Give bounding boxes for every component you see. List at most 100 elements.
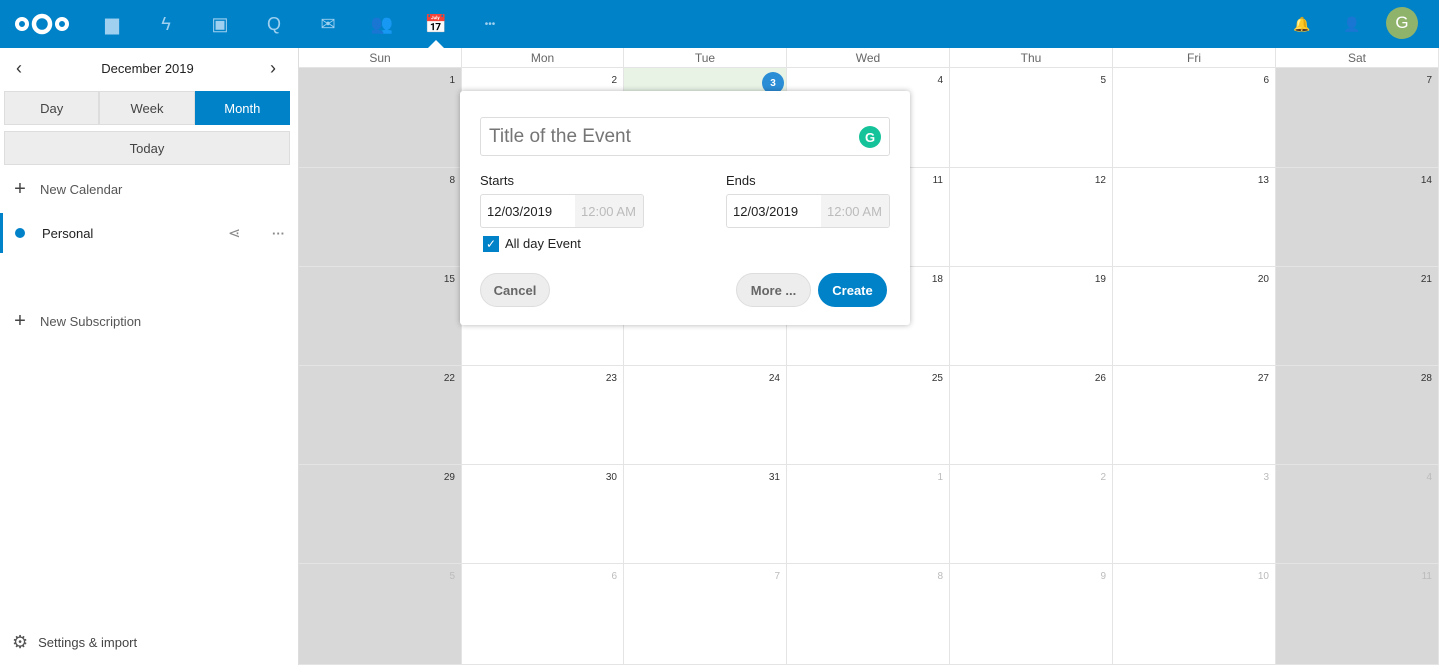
all-day-label[interactable]: All day Event [505,236,581,251]
end-time-input[interactable]: 12:00 AM [821,195,889,227]
month-label: December 2019 [101,61,194,76]
starts-label: Starts [480,173,514,188]
day-cell[interactable]: 1 [787,465,950,564]
day-number: 5 [1100,75,1106,86]
all-day-checkbox[interactable]: ✓ [483,236,499,252]
plus-icon: + [14,177,26,200]
top-bar: ▆ ϟ ▣ Q ✉ 👥 📅 ••• 🔔 👤 G [0,0,1439,48]
day-cell[interactable]: 8 [299,168,462,267]
day-cell[interactable]: 28 [1276,366,1439,465]
view-week-button[interactable]: Week [99,91,195,125]
day-cell[interactable]: 9 [950,564,1113,665]
day-cell[interactable]: 4 [1276,465,1439,564]
day-number: 10 [1257,571,1269,582]
create-button[interactable]: Create [818,273,887,307]
day-number: 6 [1263,75,1269,86]
day-cell[interactable]: 27 [1113,366,1276,465]
new-subscription-button[interactable]: + New Subscription [0,301,298,341]
day-number: 6 [611,571,617,582]
view-month-button[interactable]: Month [194,91,290,125]
view-day-button[interactable]: Day [4,91,100,125]
day-cell[interactable]: 24 [624,366,787,465]
day-cell[interactable]: 7 [1276,68,1439,168]
day-number: 7 [1426,75,1432,86]
day-number: 27 [1257,373,1269,384]
next-month-button[interactable]: › [270,58,276,79]
active-app-indicator [428,40,444,48]
day-number: 3 [1263,472,1269,483]
today-button[interactable]: Today [4,131,290,165]
more-button[interactable]: More ... [736,273,811,307]
cancel-button[interactable]: Cancel [480,273,550,307]
contacts-menu-icon[interactable]: 👤 [1340,12,1364,36]
day-cell[interactable]: 5 [950,68,1113,168]
day-cell[interactable]: 26 [950,366,1113,465]
day-cell[interactable]: 13 [1113,168,1276,267]
day-number: 4 [1426,472,1432,483]
start-date-input[interactable]: 12/03/2019 [481,195,575,227]
files-icon[interactable]: ▆ [100,12,124,36]
day-cell[interactable]: 5 [299,564,462,665]
day-cell[interactable]: 12 [950,168,1113,267]
settings-label: Settings & import [38,635,138,650]
day-number: 18 [931,274,943,285]
day-cell[interactable]: 31 [624,465,787,564]
day-cell[interactable]: 19 [950,267,1113,366]
day-cell[interactable]: 10 [1113,564,1276,665]
day-cell[interactable]: 3 [1113,465,1276,564]
event-title-input[interactable] [480,117,890,156]
day-cell[interactable]: 1 [299,68,462,168]
day-number: 14 [1420,175,1432,186]
more-options-icon[interactable]: ··· [272,226,285,241]
day-cell[interactable]: 21 [1276,267,1439,366]
notifications-icon[interactable]: 🔔 [1290,12,1314,36]
photos-icon[interactable]: ▣ [208,12,232,36]
day-cell[interactable]: 15 [299,267,462,366]
settings-button[interactable]: ⚙ Settings & import [12,632,137,653]
day-number: 4 [937,75,943,86]
weekday-header: Sun [299,48,462,68]
more-apps-icon[interactable]: ••• [478,12,502,36]
calendar-item-personal[interactable]: Personal ⋖ ··· [0,213,298,253]
nextcloud-logo-icon[interactable] [12,12,72,36]
day-cell[interactable]: 6 [462,564,624,665]
share-icon[interactable]: ⋖ [228,224,241,242]
day-number: 12 [1094,175,1106,186]
day-cell[interactable]: 30 [462,465,624,564]
weekday-header: Thu [950,48,1113,68]
day-cell[interactable]: 11 [1276,564,1439,665]
contacts-icon[interactable]: 👥 [370,12,394,36]
weekday-header: Mon [462,48,624,68]
day-number: 31 [768,472,780,483]
day-cell[interactable]: 25 [787,366,950,465]
new-calendar-button[interactable]: + New Calendar [0,169,298,209]
new-event-popover: G Starts Ends 12/03/201912:00 AM 12/03/2… [460,91,910,325]
day-cell[interactable]: 20 [1113,267,1276,366]
day-number: 26 [1094,373,1106,384]
day-cell[interactable]: 22 [299,366,462,465]
day-number: 19 [1094,274,1106,285]
calendar-icon[interactable]: 📅 [424,12,448,36]
day-cell[interactable]: 7 [624,564,787,665]
talk-icon[interactable]: Q [262,12,286,36]
day-cell[interactable]: 6 [1113,68,1276,168]
calendar-color-dot[interactable] [15,228,25,238]
day-number: 11 [1421,571,1432,582]
end-date-input[interactable]: 12/03/2019 [727,195,821,227]
day-number: 30 [605,472,617,483]
day-number: 1 [449,75,455,86]
day-cell[interactable]: 23 [462,366,624,465]
new-subscription-label: New Subscription [40,313,142,329]
day-cell[interactable]: 2 [950,465,1113,564]
day-cell[interactable]: 14 [1276,168,1439,267]
day-number: 1 [937,472,943,483]
weekday-header: Tue [624,48,787,68]
day-number: 8 [449,175,455,186]
activity-icon[interactable]: ϟ [154,12,178,36]
day-cell[interactable]: 29 [299,465,462,564]
avatar[interactable]: G [1386,7,1418,39]
start-time-input[interactable]: 12:00 AM [575,195,643,227]
mail-icon[interactable]: ✉ [316,12,340,36]
grammarly-icon[interactable]: G [859,126,881,148]
day-cell[interactable]: 8 [787,564,950,665]
